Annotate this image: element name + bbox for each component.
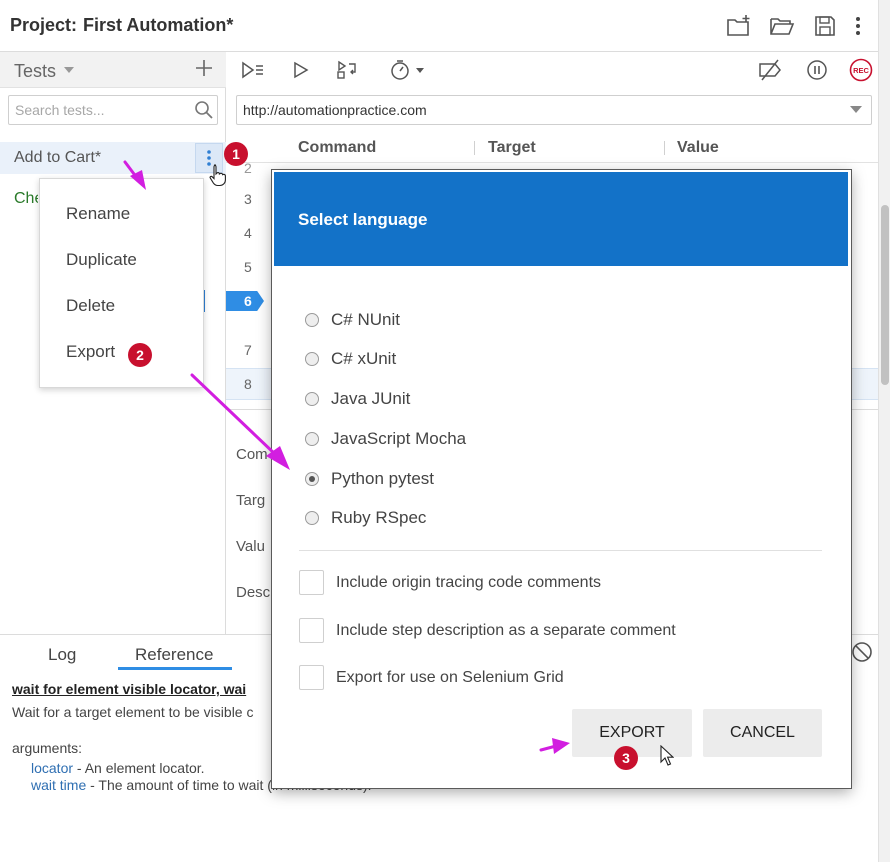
- clear-log-icon[interactable]: [851, 641, 873, 663]
- radio-java-junit[interactable]: [305, 392, 319, 406]
- tab-reference[interactable]: Reference: [135, 645, 213, 665]
- run-all-tests-icon[interactable]: [240, 58, 266, 82]
- cancel-button[interactable]: CANCEL: [703, 709, 822, 757]
- new-project-icon[interactable]: [726, 13, 752, 39]
- radio-javascript-mocha[interactable]: [305, 432, 319, 446]
- search-icon: [194, 100, 214, 120]
- disable-breakpoints-icon[interactable]: [757, 58, 783, 82]
- radio-ruby-rspec[interactable]: [305, 511, 319, 525]
- chevron-down-icon[interactable]: [850, 106, 862, 113]
- radio-label[interactable]: C# NUnit: [331, 310, 400, 330]
- tab-log[interactable]: Log: [48, 645, 76, 665]
- menu-item-duplicate[interactable]: Duplicate: [66, 250, 137, 270]
- column-divider[interactable]: [474, 141, 475, 155]
- column-header-target: Target: [488, 139, 536, 156]
- chevron-down-icon[interactable]: [64, 67, 74, 73]
- save-icon[interactable]: [812, 13, 838, 39]
- row-number[interactable]: 8: [244, 376, 252, 392]
- checkbox-label[interactable]: Include step description as a separate c…: [336, 622, 676, 640]
- menu-item-delete[interactable]: Delete: [66, 296, 115, 316]
- test-item-checkout[interactable]: Checkout: [14, 190, 38, 208]
- test-item-label[interactable]: Add to Cart*: [14, 149, 101, 167]
- column-divider[interactable]: [664, 141, 665, 155]
- reference-command-signature: wait for element visible locator, wai: [12, 681, 247, 697]
- dialog-title: Select language: [298, 210, 428, 229]
- radio-csharp-xunit[interactable]: [305, 352, 319, 366]
- target-field-label: Targ: [236, 492, 266, 509]
- menu-item-export[interactable]: Export: [66, 342, 115, 362]
- row-number[interactable]: 3: [244, 191, 252, 207]
- test-context-menu: Rename Duplicate Delete Export: [39, 178, 204, 388]
- checkbox-selenium-grid[interactable]: [299, 665, 324, 690]
- tests-dropdown-label[interactable]: Tests: [14, 61, 56, 82]
- radio-label[interactable]: Python pytest: [331, 469, 434, 489]
- arg-name[interactable]: locator: [31, 760, 73, 776]
- checkbox-label[interactable]: Export for use on Selenium Grid: [336, 669, 564, 687]
- description-field-label: Desc: [236, 584, 271, 601]
- search-tests-input[interactable]: [15, 96, 190, 124]
- project-label: Project:: [10, 15, 78, 35]
- reference-description: Wait for a target element to be visible …: [12, 704, 254, 720]
- arg-text: - An element locator.: [73, 760, 205, 776]
- hand-cursor-icon: [208, 163, 228, 187]
- radio-label[interactable]: C# xUnit: [331, 349, 396, 369]
- radio-python-pytest[interactable]: [305, 472, 319, 486]
- column-header-command: Command: [298, 139, 377, 156]
- project-name[interactable]: First Automation*: [83, 15, 233, 35]
- arg-name[interactable]: wait time: [31, 777, 86, 793]
- checkbox-origin-tracing[interactable]: [299, 570, 324, 595]
- open-folder-icon[interactable]: [769, 13, 795, 39]
- add-test-icon[interactable]: [194, 58, 214, 78]
- checkbox-label[interactable]: Include origin tracing code comments: [336, 574, 601, 592]
- window-scrollbar[interactable]: [878, 0, 890, 862]
- radio-label[interactable]: Ruby RSpec: [331, 508, 426, 528]
- mouse-pointer-icon: [660, 745, 674, 767]
- column-header-value: Value: [677, 139, 719, 156]
- reference-arg-locator: locator - An element locator.: [31, 760, 205, 776]
- row-number[interactable]: 5: [244, 259, 252, 275]
- scrollbar-thumb[interactable]: [881, 205, 889, 385]
- checkbox-step-description[interactable]: [299, 618, 324, 643]
- row-number-current[interactable]: 6: [244, 293, 252, 309]
- reference-arguments-label: arguments:: [12, 740, 83, 756]
- speed-timer-icon[interactable]: [390, 58, 426, 82]
- more-vertical-icon[interactable]: [849, 13, 867, 39]
- project-title: Project: First Automation*: [10, 15, 233, 36]
- value-field-label: Valu: [236, 538, 265, 555]
- radio-label[interactable]: Java JUnit: [331, 389, 410, 409]
- step-badge-3: 3: [614, 746, 638, 770]
- radio-csharp-nunit[interactable]: [305, 313, 319, 327]
- row-number: 2: [244, 160, 252, 176]
- search-tests-field[interactable]: [8, 95, 218, 125]
- row-number[interactable]: 4: [244, 225, 252, 241]
- row-number[interactable]: 7: [244, 342, 252, 358]
- pause-icon[interactable]: [805, 58, 831, 82]
- active-tab-indicator: [118, 667, 232, 670]
- menu-item-rename[interactable]: Rename: [66, 204, 130, 224]
- record-icon[interactable]: REC: [848, 58, 874, 82]
- record-label: REC: [853, 66, 869, 75]
- command-field-label: Com: [236, 446, 268, 463]
- base-url-value[interactable]: http://automationpractice.com: [243, 102, 427, 118]
- dialog-divider: [299, 550, 822, 551]
- radio-label[interactable]: JavaScript Mocha: [331, 429, 466, 449]
- step-badge-2: 2: [128, 343, 152, 367]
- step-over-icon[interactable]: [335, 58, 361, 82]
- run-current-test-icon[interactable]: [290, 58, 316, 82]
